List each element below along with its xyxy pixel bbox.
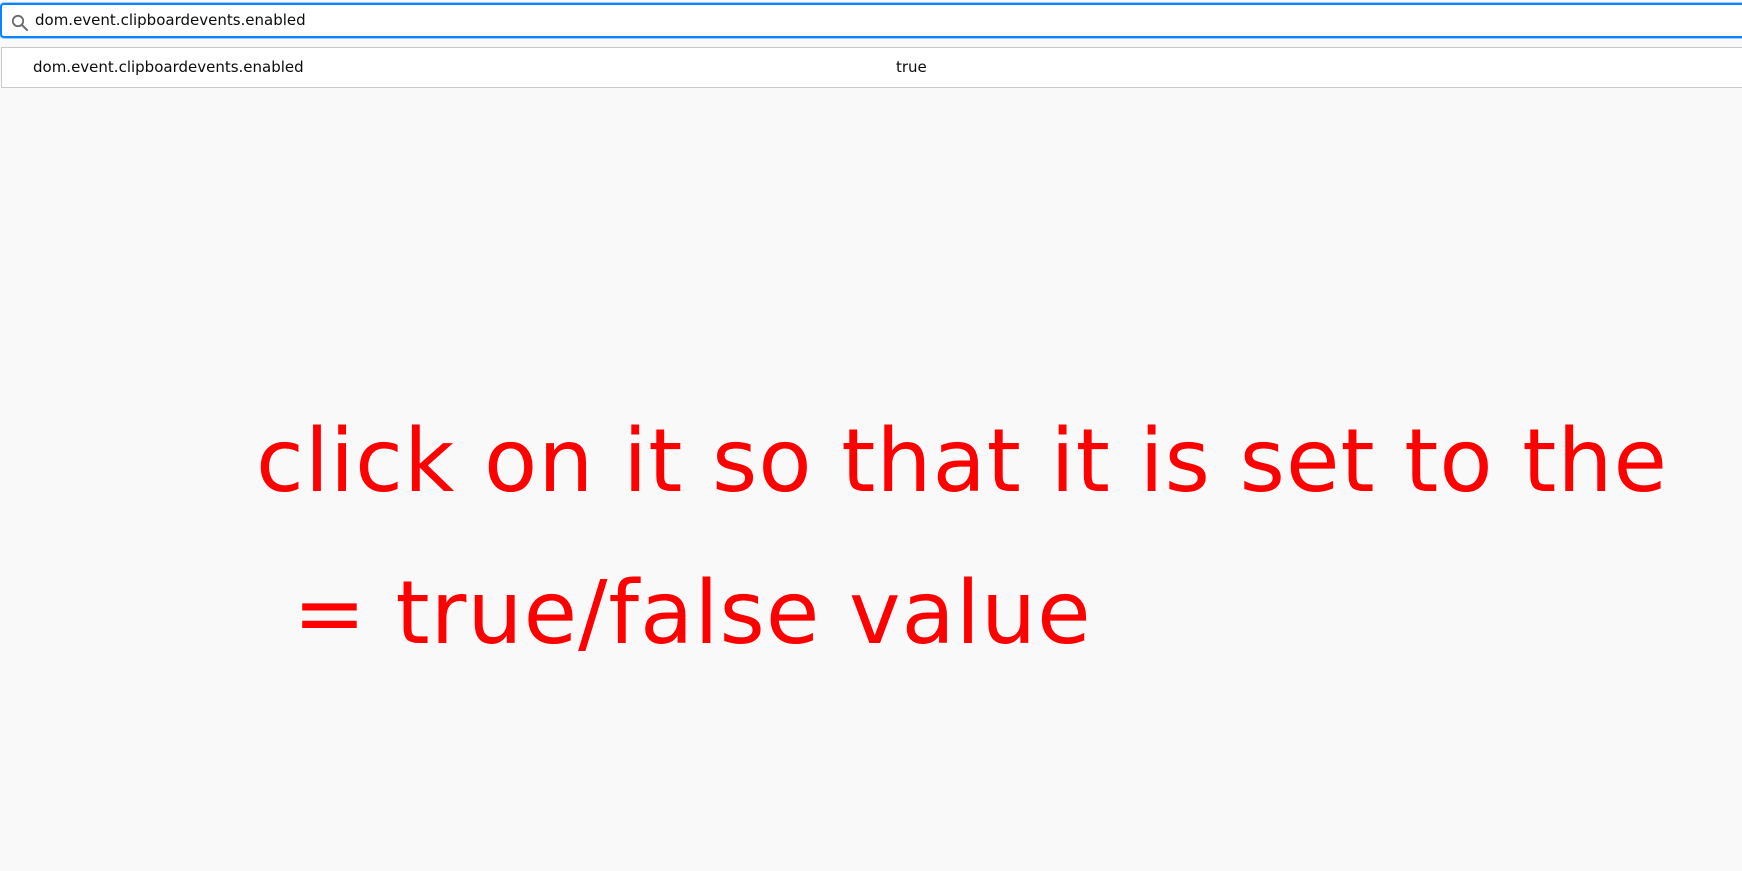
search-bar[interactable] <box>0 3 1742 38</box>
pref-name: dom.event.clipboardevents.enabled <box>33 58 304 76</box>
search-input[interactable] <box>35 5 1715 36</box>
annotation-text-line-2: = true/false value <box>293 562 1092 664</box>
annotation-text-line-1: click on it so that it is set to the <box>256 410 1669 512</box>
pref-value: true <box>896 58 927 76</box>
search-icon <box>11 14 29 32</box>
prefs-table: dom.event.clipboardevents.enabled true <box>1 47 1742 88</box>
pref-row[interactable]: dom.event.clipboardevents.enabled true <box>2 48 1742 87</box>
